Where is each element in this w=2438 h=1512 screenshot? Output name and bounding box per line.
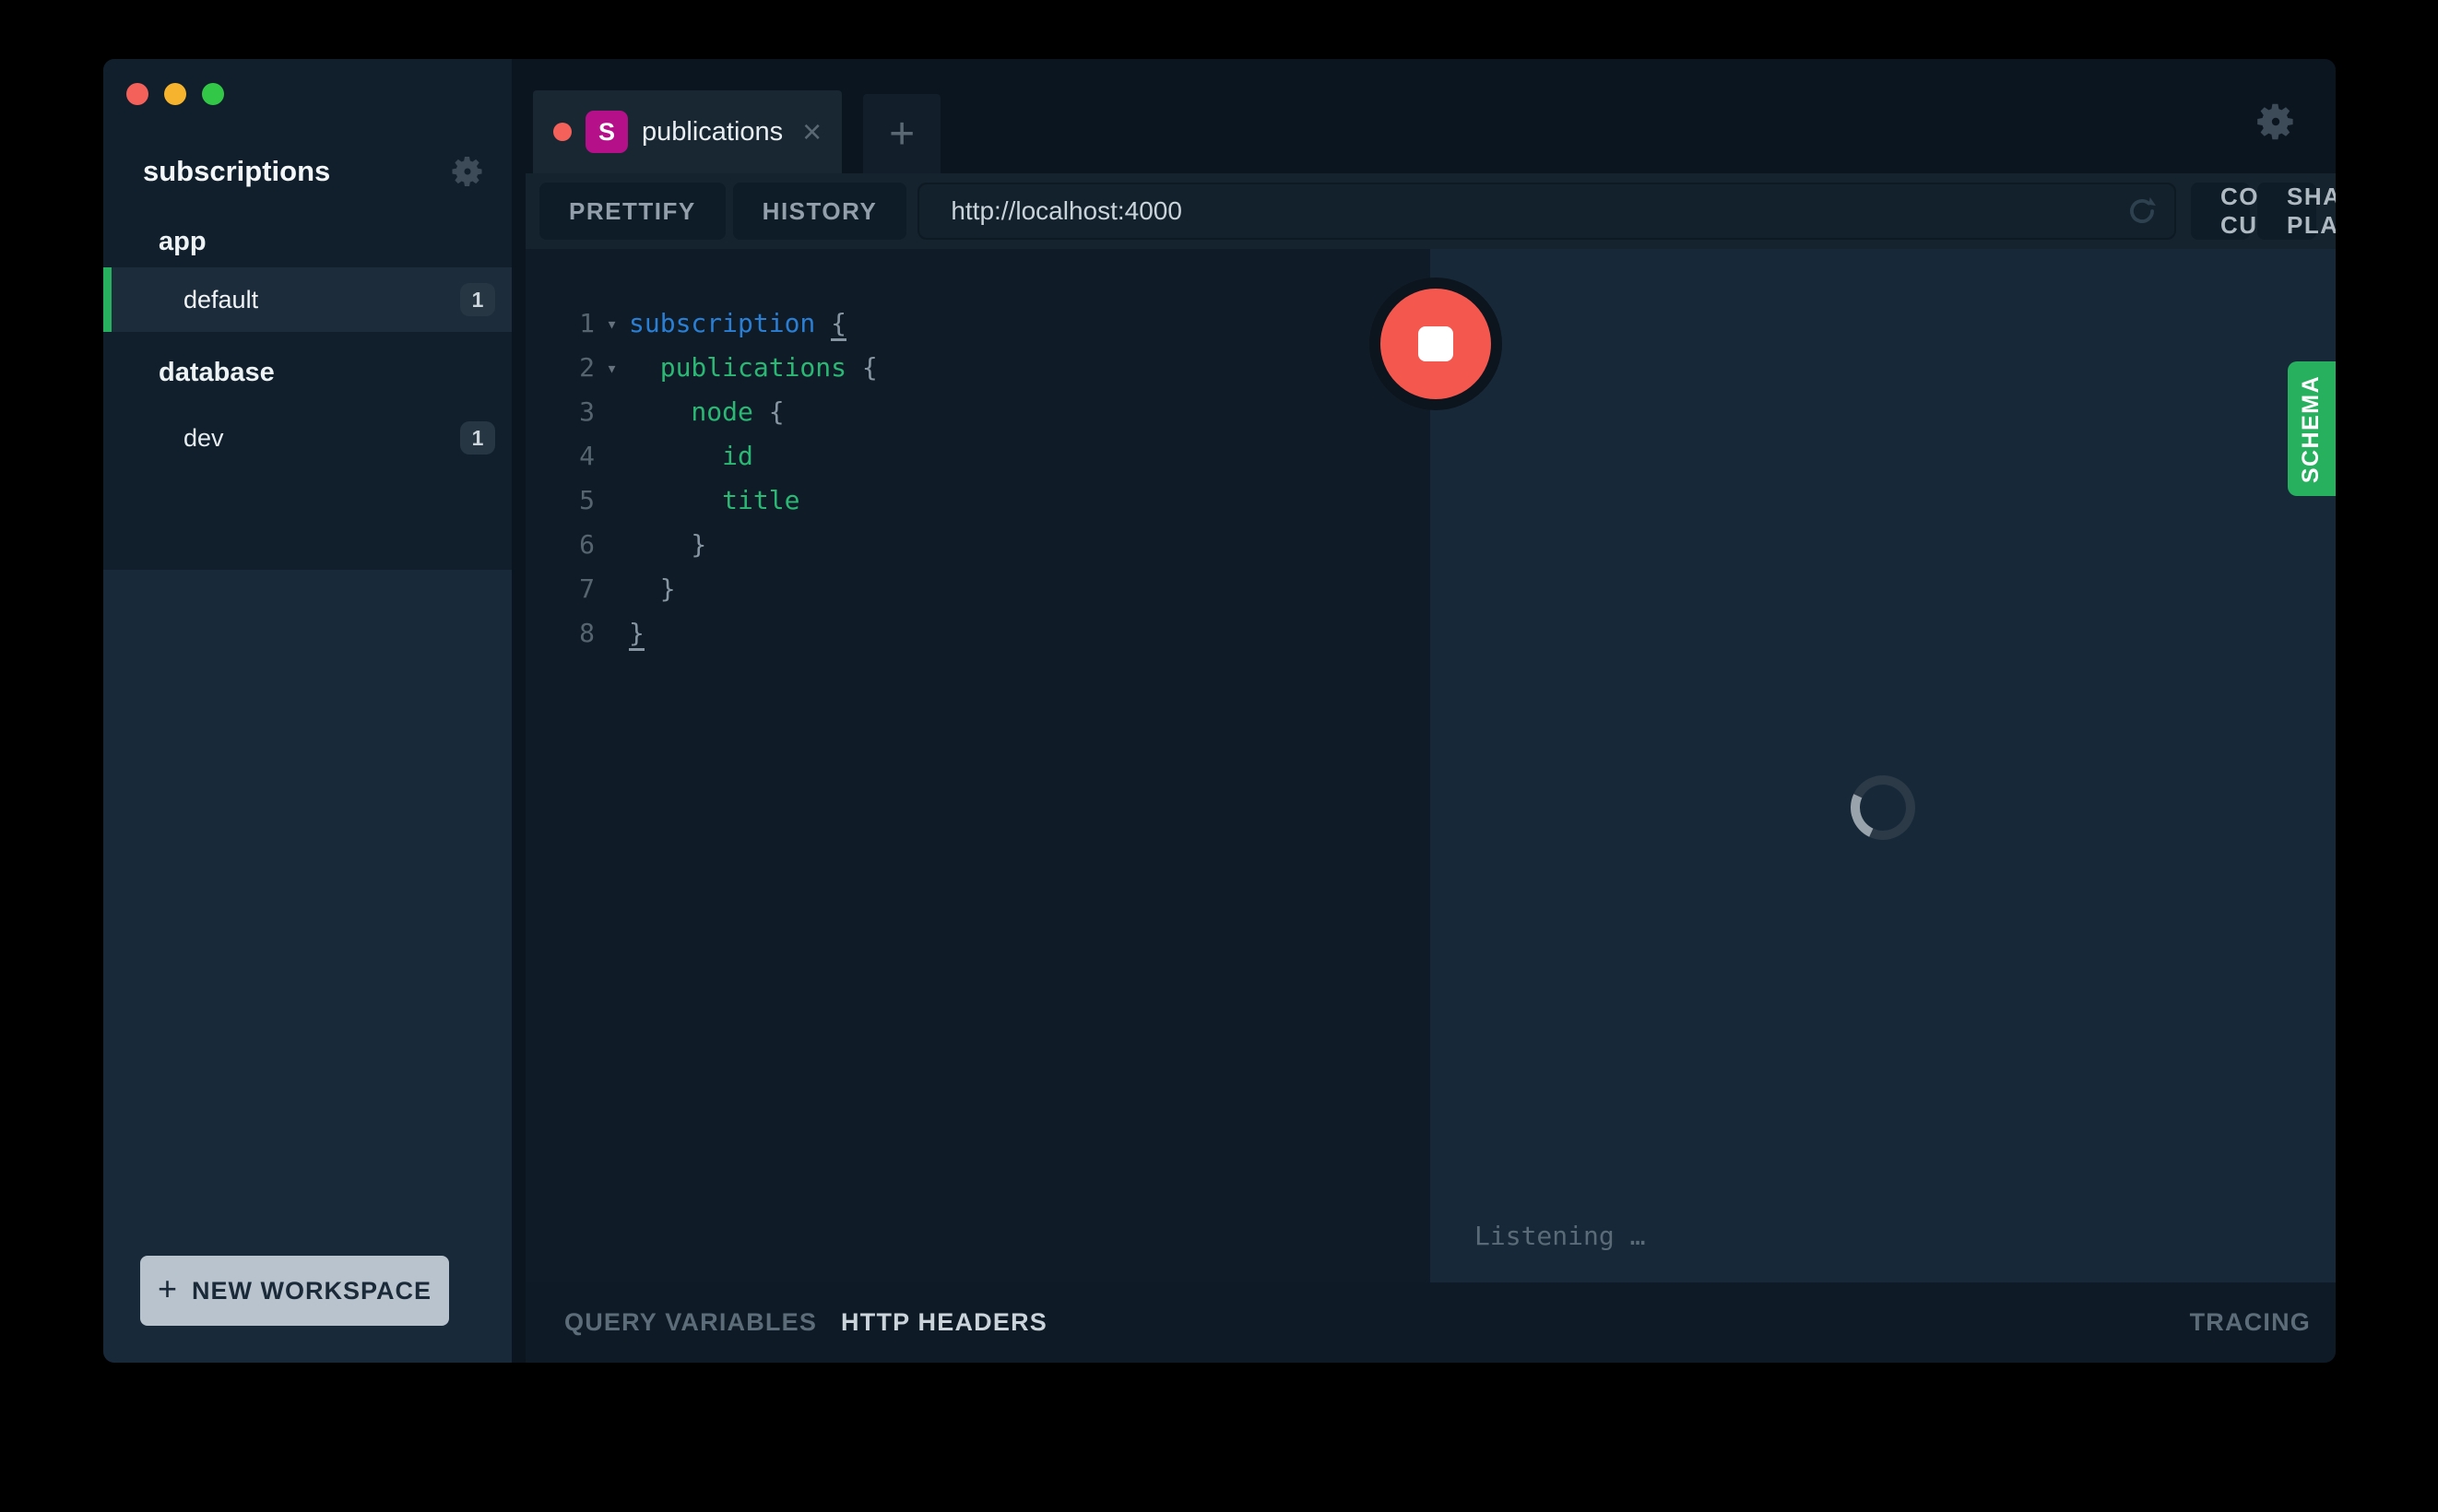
query-editor[interactable]: 1 ▾ subscription {2 ▾ publications {3 node … (526, 249, 1430, 1282)
workspace-groups: app default 1 database dev 1 (103, 223, 512, 470)
plus-icon: + (157, 1270, 178, 1307)
session-count-badge: 1 (460, 283, 495, 316)
code-text: } (629, 529, 707, 560)
bottom-bar: QUERY VARIABLES HTTP HEADERS TRACING (526, 1282, 2336, 1363)
code-text: node { (629, 396, 785, 427)
schema-tab-label: SCHEMA (2298, 374, 2325, 483)
share-playground-button[interactable]: SHARE PLAYGROUND (2257, 183, 2336, 240)
sidebar-footer: + NEW WORKSPACE (103, 570, 512, 1363)
line-number: 4 (579, 441, 595, 471)
code-line: 6 } (526, 523, 1430, 567)
tracing-tab[interactable]: TRACING (2190, 1308, 2311, 1337)
tab-bar: S publications × + (526, 59, 2336, 173)
sidebar: subscriptions app default 1 database dev 1 + … (103, 59, 512, 1363)
response-pane: Listening … SCHEMA (1430, 249, 2336, 1282)
session-count-badge: 1 (460, 421, 495, 455)
workspace-label: dev (183, 423, 224, 452)
fold-arrow-icon[interactable]: ▾ (595, 301, 629, 346)
minimize-window-button[interactable] (164, 83, 186, 105)
settings-gear-icon[interactable] (2254, 100, 2298, 144)
line-number: 1 (579, 308, 595, 338)
line-number: 6 (579, 529, 595, 560)
line-number: 8 (579, 618, 595, 648)
code-line: 4 id (526, 434, 1430, 478)
code-line: 8} (526, 611, 1430, 656)
endpoint-url-input[interactable] (917, 183, 2176, 240)
main-area: S publications × + PRETTIFY HISTORY COPY… (526, 59, 2336, 1363)
sidebar-workspace-list: subscriptions app default 1 database dev 1 (103, 59, 512, 570)
playground-window: subscriptions app default 1 database dev 1 + … (103, 59, 2336, 1363)
http-headers-tab[interactable]: HTTP HEADERS (841, 1308, 1047, 1337)
sidebar-item-default[interactable]: default 1 (103, 267, 512, 332)
window-controls (103, 59, 512, 105)
code-text: publications { (629, 352, 878, 383)
new-workspace-label: NEW WORKSPACE (192, 1276, 432, 1305)
subscription-type-icon: S (586, 111, 628, 153)
line-number: 5 (579, 485, 595, 515)
copy-curl-button[interactable]: COPY CURL (2191, 183, 2292, 240)
line-number: 3 (579, 396, 595, 427)
close-window-button[interactable] (126, 83, 148, 105)
reload-schema-icon[interactable] (2124, 194, 2160, 229)
tab-publications[interactable]: S publications × (533, 90, 843, 173)
line-number: 2 (579, 352, 595, 383)
tab-title: publications (642, 116, 784, 147)
workspace-section-app: app (159, 226, 207, 256)
line-number: 7 (579, 573, 595, 604)
workspace-section-database: database (159, 357, 275, 387)
fold-arrow-icon[interactable]: ▾ (595, 346, 629, 390)
code-line: 3 node { (526, 390, 1430, 434)
code-text: } (629, 573, 676, 604)
code-text: subscription { (629, 301, 847, 346)
sidebar-header: subscriptions (103, 151, 512, 192)
code-line: 2 ▾ publications { (526, 346, 1430, 390)
new-workspace-button[interactable]: + NEW WORKSPACE (140, 1256, 449, 1326)
sidebar-item-dev[interactable]: dev 1 (103, 406, 512, 470)
code-text: } (629, 611, 645, 656)
code-text: id (629, 441, 753, 471)
listening-status: Listening … (1474, 1221, 1646, 1251)
sidebar-title: subscriptions (143, 155, 331, 187)
workspace-label: default (183, 285, 259, 313)
loading-spinner-icon (1841, 766, 1924, 849)
code-line: 7 } (526, 567, 1430, 611)
query-variables-tab[interactable]: QUERY VARIABLES (564, 1308, 817, 1337)
unsaved-dot-icon (553, 123, 572, 141)
content-row: 1 ▾ subscription {2 ▾ publications {3 node … (526, 249, 2336, 1282)
history-button[interactable]: HISTORY (732, 183, 907, 240)
new-tab-button[interactable]: + (863, 94, 941, 173)
schema-tab-button[interactable]: SCHEMA (2288, 361, 2336, 496)
toolbar: PRETTIFY HISTORY COPY CURL SHARE PLAYGRO… (526, 173, 2336, 249)
code-line: 1 ▾ subscription { (526, 301, 1430, 346)
stop-icon (1418, 326, 1453, 361)
prettify-button[interactable]: PRETTIFY (539, 183, 726, 240)
tab-close-icon[interactable]: × (802, 115, 822, 148)
zoom-window-button[interactable] (202, 83, 224, 105)
sidebar-settings-gear-icon[interactable] (449, 153, 486, 190)
endpoint-url-wrap (917, 183, 2176, 240)
code-text: title (629, 485, 800, 515)
stop-subscription-button[interactable] (1380, 289, 1491, 399)
code-lines: 1 ▾ subscription {2 ▾ publications {3 node … (526, 301, 1430, 656)
code-line: 5 title (526, 478, 1430, 523)
